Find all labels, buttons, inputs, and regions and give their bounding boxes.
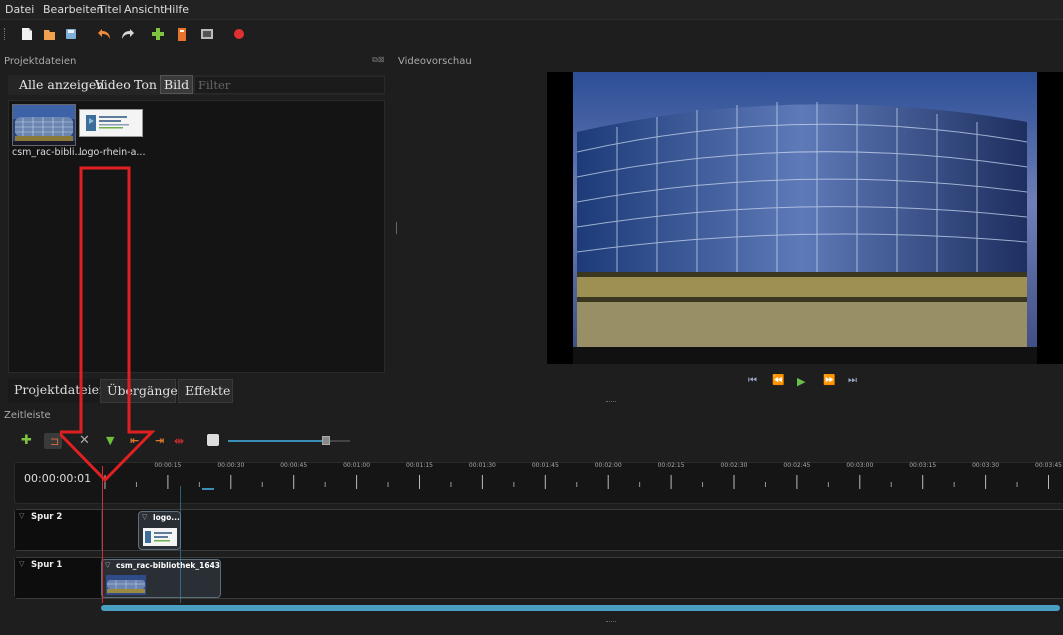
dock-float-icon[interactable]: ⧉⊠ [372, 55, 384, 65]
record-icon[interactable] [231, 26, 247, 42]
ruler-tick-label: 00:03:15 [909, 462, 937, 469]
track-name: Spur 1 [31, 560, 63, 570]
video-preview-title: Videovorschau [398, 56, 472, 67]
splitter-handle-preview[interactable] [606, 401, 616, 402]
ruler-tick-label: 00:02:15 [657, 462, 685, 469]
center-playhead-icon[interactable]: ⇹ [174, 433, 184, 449]
ruler-tick-label: 00:01:00 [343, 462, 371, 469]
ruler-tick-label: 00:03:00 [846, 462, 874, 469]
ruler-tick-label: 00:01:15 [406, 462, 433, 469]
track-menu-icon[interactable]: ▽ [19, 512, 24, 520]
file-label-library[interactable]: csm_rac-bibli... [12, 147, 84, 158]
ruler-tick-label: 00:02:45 [783, 462, 811, 469]
ruler-tick-label: 00:03:45 [1035, 462, 1062, 469]
menu-hilfe[interactable]: Hilfe [164, 3, 189, 16]
clip-thumbnail [106, 575, 146, 595]
ruler-marker [202, 488, 214, 490]
track-header[interactable]: ▽ Spur 2 [15, 510, 102, 550]
project-files-filter-bar: Alle anzeigen Video Ton Bild Filter [8, 75, 385, 95]
ruler-tick-label: 00:02:30 [720, 462, 748, 469]
track-spur-1[interactable]: ▽ Spur 1 ▽ csm_rac-bibliothek_1643... [14, 557, 1063, 599]
menu-titel[interactable]: Titel [98, 3, 122, 16]
preview-image [547, 72, 1063, 364]
tab-audio[interactable]: Ton [134, 77, 157, 92]
jump-end-icon[interactable]: ⏭ [848, 375, 857, 386]
menu-bearbeiten[interactable]: Bearbeiten [43, 3, 103, 16]
clip-menu-icon[interactable]: ▽ [105, 561, 110, 569]
play-icon[interactable]: ▶ [797, 375, 805, 388]
timeline-ruler[interactable]: 00:00:00:01 00:00:15 00:00:30 00:00:45 00:0… [14, 462, 1063, 504]
zoom-slider-handle[interactable] [321, 436, 330, 445]
tab-image[interactable]: Bild [160, 75, 194, 94]
magnet-icon: ⊐ [50, 435, 60, 448]
clip-thumbnail [143, 528, 177, 546]
open-project-icon[interactable] [41, 26, 57, 42]
ruler-tick-label: 00:00:45 [280, 462, 308, 469]
zoom-slider-fill [228, 440, 326, 442]
rewind-icon[interactable]: ⏪ [772, 375, 784, 386]
drag-arrow-annotation [60, 166, 156, 483]
clip-logo[interactable]: ▽ logo... [138, 511, 181, 550]
add-track-icon[interactable]: ✚ [21, 433, 32, 449]
ruler-tick-label: 00:02:00 [594, 462, 622, 469]
new-project-icon[interactable] [19, 26, 35, 42]
main-toolbar [0, 20, 1063, 48]
project-files-title: Projektdateien [4, 56, 77, 67]
snap-guide-line [180, 486, 181, 603]
import-files-icon[interactable] [150, 26, 166, 42]
file-thumbnail-logo[interactable] [79, 109, 143, 137]
file-label-logo[interactable]: logo-rhein-a... [79, 147, 145, 158]
tab-show-all[interactable]: Alle anzeigen [19, 77, 104, 92]
save-project-icon[interactable] [63, 26, 79, 42]
menu-datei[interactable]: Datei [5, 3, 34, 16]
video-preview [547, 72, 1063, 364]
clip-label: csm_rac-bibliothek_1643... [116, 561, 221, 570]
fullscreen-icon[interactable] [199, 26, 215, 42]
track-header[interactable]: ▽ Spur 1 [15, 558, 102, 598]
splitter-handle-bottom[interactable] [606, 621, 616, 622]
ruler-tick-label: 00:00:30 [217, 462, 245, 469]
ruler-tick-label: 00:03:30 [972, 462, 1000, 469]
zoom-icon [207, 434, 219, 446]
zoom-slider[interactable] [228, 436, 350, 445]
ruler-labels: 00:00:15 00:00:30 00:00:45 00:01:00 00:01:15… [101, 462, 1063, 473]
tab-video[interactable]: Video [95, 77, 131, 92]
clip-label: logo... [153, 513, 180, 522]
filter-input[interactable]: Filter [194, 76, 385, 94]
undo-icon[interactable] [96, 26, 112, 42]
track-menu-icon[interactable]: ▽ [19, 560, 24, 568]
track-spur-2[interactable]: ▽ Spur 2 ▽ logo... [14, 509, 1063, 551]
toolbar-grip [4, 28, 7, 40]
clip-menu-icon[interactable]: ▽ [142, 513, 147, 521]
track-name: Spur 2 [31, 512, 63, 522]
ruler-tick-label: 00:01:45 [531, 462, 559, 469]
menu-ansicht[interactable]: Ansicht [124, 3, 165, 16]
menu-bar: Datei Bearbeiten Titel Ansicht Hilfe [0, 0, 1063, 20]
timeline-title: Zeitleiste [4, 410, 51, 421]
splitter-handle[interactable] [396, 222, 397, 234]
tab-effects[interactable]: Effekte [178, 379, 233, 403]
jump-start-icon[interactable]: ⏮ [748, 375, 757, 386]
file-thumbnail-library[interactable] [12, 104, 76, 146]
redo-icon[interactable] [120, 26, 136, 42]
profile-icon[interactable] [174, 26, 190, 42]
timeline-scrollbar[interactable] [101, 605, 1060, 611]
ruler-tick-label: 00:01:30 [468, 462, 496, 469]
clip-library[interactable]: ▽ csm_rac-bibliothek_1643... [101, 559, 221, 598]
fast-forward-icon[interactable]: ⏩ [823, 375, 835, 386]
